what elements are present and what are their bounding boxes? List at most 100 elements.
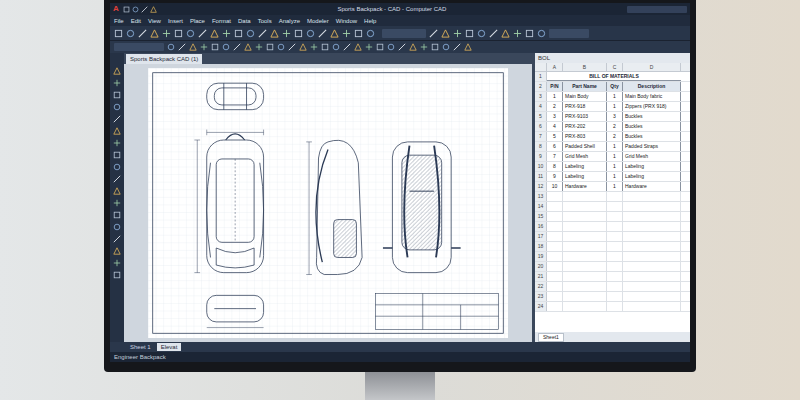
- bom-cell[interactable]: 3: [607, 112, 623, 121]
- tool-icon[interactable]: [113, 163, 121, 171]
- bom-cell[interactable]: Main Body fabric: [623, 92, 681, 101]
- empty-cell[interactable]: [547, 252, 563, 261]
- tool-icon[interactable]: [282, 29, 291, 38]
- empty-cell[interactable]: [623, 192, 681, 201]
- tool-icon[interactable]: [464, 43, 472, 51]
- tool-icon[interactable]: [113, 91, 121, 99]
- tool-icon[interactable]: [318, 29, 327, 38]
- menu-item[interactable]: Analyze: [279, 18, 300, 24]
- tool-icon[interactable]: [113, 139, 121, 147]
- tool-icon[interactable]: [306, 29, 315, 38]
- menu-item[interactable]: Modeler: [307, 18, 329, 24]
- bom-cell[interactable]: 1: [547, 92, 563, 101]
- tool-icon[interactable]: [442, 43, 450, 51]
- menu-item[interactable]: File: [114, 18, 124, 24]
- tool-icon[interactable]: [114, 29, 123, 38]
- tool-icon[interactable]: [113, 271, 121, 279]
- bom-cell[interactable]: 1: [607, 142, 623, 151]
- bom-cell[interactable]: 6: [547, 142, 563, 151]
- bom-cell[interactable]: 2: [547, 102, 563, 111]
- empty-cell[interactable]: [607, 212, 623, 221]
- bom-cell[interactable]: 1: [607, 152, 623, 161]
- tool-icon[interactable]: [113, 247, 121, 255]
- tool-icon[interactable]: [288, 43, 296, 51]
- empty-cell[interactable]: [547, 262, 563, 271]
- empty-cell[interactable]: [623, 202, 681, 211]
- empty-cell[interactable]: [607, 252, 623, 261]
- empty-cell[interactable]: [547, 192, 563, 201]
- tool-icon[interactable]: [376, 43, 384, 51]
- tool-icon[interactable]: [123, 6, 130, 13]
- empty-cell[interactable]: [607, 282, 623, 291]
- tool-icon[interactable]: [513, 29, 522, 38]
- tool-icon[interactable]: [343, 43, 351, 51]
- bom-cell[interactable]: 1: [607, 182, 623, 191]
- tool-icon[interactable]: [431, 43, 439, 51]
- tool-icon[interactable]: [186, 29, 195, 38]
- empty-cell[interactable]: [607, 242, 623, 251]
- empty-cell[interactable]: [563, 212, 607, 221]
- bom-cell[interactable]: 1: [607, 92, 623, 101]
- style-dropdown[interactable]: [549, 29, 589, 38]
- tool-icon[interactable]: [113, 127, 121, 135]
- tool-icon[interactable]: [113, 175, 121, 183]
- tool-icon[interactable]: [113, 103, 121, 111]
- tool-icon[interactable]: [294, 29, 303, 38]
- empty-cell[interactable]: [607, 202, 623, 211]
- tool-icon[interactable]: [277, 43, 285, 51]
- tool-icon[interactable]: [150, 6, 157, 13]
- tool-icon[interactable]: [211, 43, 219, 51]
- bom-cell[interactable]: Grid Mesh: [623, 152, 681, 161]
- empty-cell[interactable]: [563, 282, 607, 291]
- tool-icon[interactable]: [222, 43, 230, 51]
- empty-cell[interactable]: [563, 262, 607, 271]
- bom-cell[interactable]: 7: [547, 152, 563, 161]
- tool-icon[interactable]: [258, 29, 267, 38]
- tool-icon[interactable]: [310, 43, 318, 51]
- menu-item[interactable]: Window: [336, 18, 357, 24]
- bom-cell[interactable]: PRX-202: [563, 122, 607, 131]
- tool-icon[interactable]: [270, 29, 279, 38]
- tool-icon[interactable]: [178, 43, 186, 51]
- tool-icon[interactable]: [330, 29, 339, 38]
- tool-icon[interactable]: [429, 29, 438, 38]
- font-dropdown[interactable]: [114, 43, 164, 51]
- bom-cell[interactable]: Labeling: [623, 172, 681, 181]
- tool-icon[interactable]: [113, 151, 121, 159]
- tool-icon[interactable]: [246, 29, 255, 38]
- empty-cell[interactable]: [623, 292, 681, 301]
- bom-cell[interactable]: 9: [547, 172, 563, 181]
- tool-icon[interactable]: [321, 43, 329, 51]
- bom-cell[interactable]: 1: [607, 102, 623, 111]
- tool-icon[interactable]: [198, 29, 207, 38]
- bom-cell[interactable]: Labeling: [563, 162, 607, 171]
- bom-cell[interactable]: 1: [607, 172, 623, 181]
- menu-item[interactable]: Data: [238, 18, 251, 24]
- bom-cell[interactable]: PRX-803: [563, 132, 607, 141]
- tool-icon[interactable]: [477, 29, 486, 38]
- bom-cell[interactable]: Hardware: [563, 182, 607, 191]
- tool-icon[interactable]: [537, 29, 546, 38]
- tool-icon[interactable]: [113, 235, 121, 243]
- bom-cell[interactable]: Zippers (PRX 918): [623, 102, 681, 111]
- bom-cell[interactable]: Main Body: [563, 92, 607, 101]
- tool-icon[interactable]: [441, 29, 450, 38]
- tool-icon[interactable]: [234, 29, 243, 38]
- bom-cell[interactable]: 5: [547, 132, 563, 141]
- tool-icon[interactable]: [113, 187, 121, 195]
- bom-cell[interactable]: PRX-918: [563, 102, 607, 111]
- bom-cell[interactable]: Padded Shell: [563, 142, 607, 151]
- search-field[interactable]: [627, 6, 687, 13]
- menu-item[interactable]: Help: [364, 18, 376, 24]
- tool-icon[interactable]: [113, 79, 121, 87]
- empty-cell[interactable]: [563, 252, 607, 261]
- spreadsheet-sheet-tab[interactable]: Sheet1: [538, 333, 564, 342]
- empty-cell[interactable]: [607, 302, 623, 311]
- empty-cell[interactable]: [563, 192, 607, 201]
- bom-cell[interactable]: 8: [547, 162, 563, 171]
- column-header[interactable]: C: [607, 63, 623, 71]
- tool-icon[interactable]: [398, 43, 406, 51]
- empty-cell[interactable]: [563, 232, 607, 241]
- bom-cell[interactable]: 2: [607, 132, 623, 141]
- tool-icon[interactable]: [174, 29, 183, 38]
